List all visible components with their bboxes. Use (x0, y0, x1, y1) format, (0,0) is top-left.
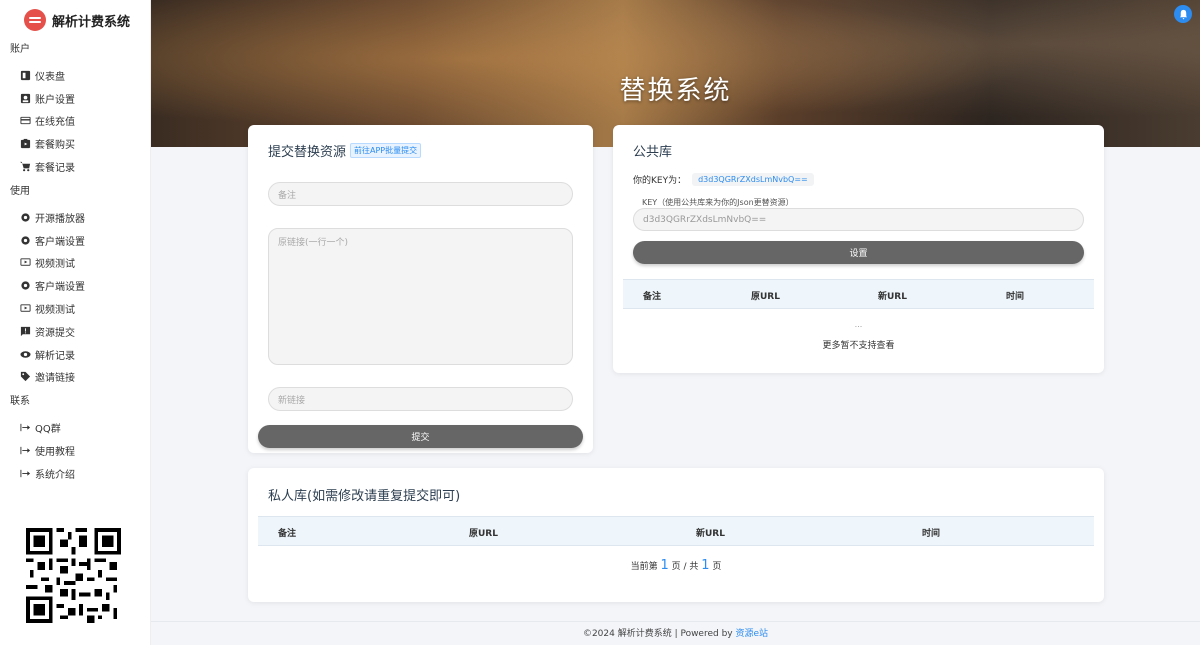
sidebar-item-label: 套餐购买 (35, 140, 75, 152)
sidebar-item-recharge[interactable]: 在线充值 (0, 110, 150, 133)
total-pages: 1 (701, 558, 710, 573)
key-prefix: 你的KEY为： (633, 176, 687, 186)
dashboard-icon (20, 70, 31, 81)
sidebar-item-label: 资源提交 (35, 327, 75, 339)
sidebar-item-label: 邀请链接 (35, 373, 75, 385)
new-link-input[interactable]: 新链接 (268, 387, 573, 411)
sidebar-item-client-settings[interactable]: 客户端设置 (0, 229, 150, 252)
col-new-url: 新URL (696, 529, 725, 539)
sidebar-item-tutorial[interactable]: 使用教程 (0, 439, 150, 462)
public-title: 公共库 (633, 145, 673, 160)
brand-name: 解析计费系统 (52, 14, 131, 30)
credit-card-icon (20, 115, 31, 126)
submit-card-title: 提交替换资源 前往APP批量提交 (268, 141, 422, 160)
sidebar-item-resource-submit[interactable]: 资源提交 (0, 320, 150, 343)
pager-mid: 页 / 共 (671, 562, 699, 572)
sidebar-item-label: 解析记录 (35, 350, 75, 362)
more-not-supported-text: 更多暂不支持查看 (822, 341, 895, 351)
nav-section-usage: 使用 (10, 185, 30, 197)
cart-icon (20, 161, 31, 172)
eye-icon (20, 349, 31, 360)
col-new-url: 新URL (878, 292, 907, 302)
public-table-header: 备注 原URL 新URL 时间 (623, 279, 1094, 309)
sidebar-item-label: 开源播放器 (35, 213, 85, 225)
sidebar-item-label: 套餐记录 (35, 163, 75, 175)
pager-suffix: 页 (712, 562, 722, 572)
key-field-label: KEY（使用公共库来为你的Json更替资源） (642, 198, 794, 207)
key-input[interactable]: d3d3QGRrZXdsLmNvbQ== (633, 208, 1084, 231)
sidebar-item-dashboard[interactable]: 仪表盘 (0, 64, 150, 87)
sidebar-item-account-settings[interactable]: 账户设置 (0, 87, 150, 110)
sidebar-item-open-player[interactable]: 开源播放器 (0, 206, 150, 229)
sidebar-item-qq-group[interactable]: QQ群 (0, 416, 150, 439)
gear-icon (20, 280, 31, 291)
arrow-right-bar-icon (20, 468, 31, 479)
col-original-url: 原URL (469, 529, 498, 539)
tag-icon (20, 371, 31, 382)
qr-code-icon (26, 528, 121, 623)
brand[interactable]: 解析计费系统 (0, 0, 150, 40)
sidebar-item-label: 账户设置 (35, 94, 75, 106)
col-original-url: 原URL (751, 292, 780, 302)
sidebar: 解析计费系统 账户 仪表盘 账户设置 在线充值 套餐购买 套餐记录 使用 开源播… (0, 0, 151, 645)
arrow-right-bar-icon (20, 422, 31, 433)
sidebar-item-parse-records[interactable]: 解析记录 (0, 343, 150, 366)
col-time: 时间 (922, 529, 941, 539)
note-input[interactable]: 备注 (268, 182, 573, 206)
public-library-card: 公共库 你的KEY为： d3d3QGRrZXdsLmNvbQ== KEY（使用公… (613, 125, 1104, 373)
sidebar-item-package-records[interactable]: 套餐记录 (0, 155, 150, 178)
feedback-icon (20, 326, 31, 337)
page-title: 替换系统 (619, 76, 732, 106)
package-icon (20, 138, 31, 149)
sidebar-item-video-test[interactable]: 视频测试 (0, 252, 150, 275)
col-time: 时间 (1006, 292, 1025, 302)
brand-logo-icon (24, 9, 46, 31)
pagination: 当前第 1 页 / 共 1 页 (248, 558, 1104, 573)
nav-section-contact: 联系 (10, 396, 30, 408)
sidebar-item-label: 系统介绍 (35, 469, 75, 481)
notification-icon[interactable] (1174, 5, 1192, 23)
submit-button[interactable]: 提交 (258, 425, 583, 448)
col-note: 备注 (643, 292, 662, 302)
footer: ©2024 解析计费系统 | Powered by 资源e站 (151, 621, 1200, 645)
sidebar-item-label: QQ群 (35, 424, 61, 436)
sidebar-item-label: 客户端设置 (35, 236, 85, 248)
sidebar-item-label: 在线充值 (35, 117, 75, 129)
pager-prefix: 当前第 (630, 562, 658, 572)
gear-icon (20, 235, 31, 246)
sidebar-item-client-settings-2[interactable]: 客户端设置 (0, 274, 150, 297)
set-button[interactable]: 设置 (633, 241, 1084, 264)
key-value: d3d3QGRrZXdsLmNvbQ== (692, 173, 814, 186)
submit-title: 提交替换资源 (268, 145, 347, 160)
app-batch-submit-link[interactable]: 前往APP批量提交 (350, 143, 422, 158)
account-box-icon (20, 93, 31, 104)
footer-text: ©2024 解析计费系统 | Powered by (582, 629, 733, 639)
key-row: 你的KEY为： d3d3QGRrZXdsLmNvbQ== (633, 173, 814, 186)
sidebar-item-label: 视频测试 (35, 259, 75, 271)
arrow-right-bar-icon (20, 445, 31, 456)
sidebar-item-label: 仪表盘 (35, 71, 65, 83)
submit-card: 提交替换资源 前往APP批量提交 备注 原链接(一行一个) 新链接 提交 (248, 125, 593, 453)
sidebar-item-label: 客户端设置 (35, 282, 85, 294)
current-page: 1 (660, 558, 669, 573)
footer-link[interactable]: 资源e站 (736, 629, 769, 639)
video-icon (20, 257, 31, 268)
private-library-card: 私人库(如需修改请重复提交即可) 备注 原URL 新URL 时间 当前第 1 页… (248, 468, 1104, 602)
gear-icon (20, 212, 31, 223)
sidebar-item-label: 视频测试 (35, 305, 75, 317)
sidebar-item-invite-link[interactable]: 邀请链接 (0, 366, 150, 389)
sidebar-item-label: 使用教程 (35, 447, 75, 459)
private-table-header: 备注 原URL 新URL 时间 (258, 516, 1094, 546)
nav-section-account: 账户 (10, 44, 30, 55)
video-icon (20, 303, 31, 314)
sidebar-item-buy-package[interactable]: 套餐购买 (0, 132, 150, 155)
public-ellipsis: ... (854, 320, 863, 329)
private-title: 私人库(如需修改请重复提交即可) (268, 489, 461, 504)
sidebar-item-system-intro[interactable]: 系统介绍 (0, 462, 150, 485)
sidebar-item-video-test-2[interactable]: 视频测试 (0, 297, 150, 320)
original-links-textarea[interactable]: 原链接(一行一个) (268, 228, 573, 365)
col-note: 备注 (278, 529, 297, 539)
